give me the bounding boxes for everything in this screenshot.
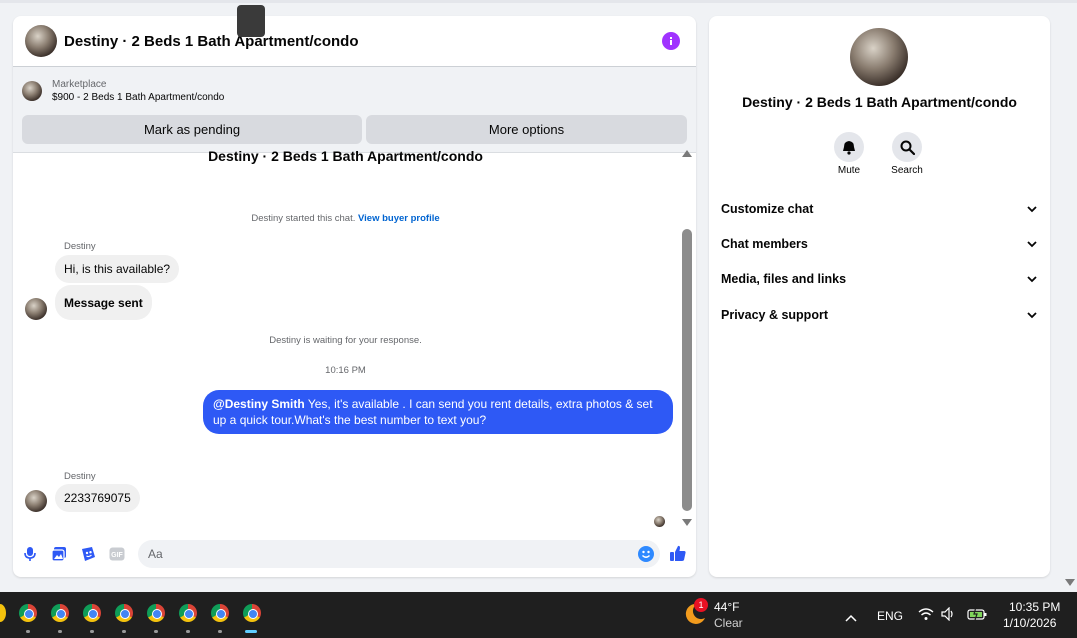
chrome-icon[interactable] bbox=[211, 604, 229, 622]
running-indicator bbox=[122, 630, 126, 633]
message-input[interactable]: Aa bbox=[138, 540, 660, 568]
clock-date[interactable]: 1/10/2026 bbox=[1003, 616, 1056, 630]
details-title: Destiny · 2 Beds 1 Bath Apartment/condo bbox=[742, 94, 1017, 110]
chevron-down-icon bbox=[1027, 272, 1037, 286]
chrome-icon[interactable] bbox=[179, 604, 197, 622]
section-label: Chat members bbox=[721, 237, 808, 251]
chrome-icon[interactable] bbox=[51, 604, 69, 622]
bell-icon[interactable] bbox=[834, 132, 864, 162]
mute-button[interactable]: Mute bbox=[819, 132, 879, 176]
scroll-down-arrow[interactable] bbox=[682, 519, 692, 526]
sender-avatar[interactable] bbox=[25, 490, 47, 512]
emoji-icon[interactable] bbox=[638, 546, 654, 562]
like-icon[interactable] bbox=[669, 544, 687, 562]
mention[interactable]: @Destiny Smith bbox=[213, 397, 305, 411]
view-buyer-profile-link[interactable]: View buyer profile bbox=[358, 213, 440, 224]
incoming-message[interactable]: 2233769075 bbox=[55, 484, 140, 512]
running-indicator bbox=[218, 630, 222, 633]
clock-time[interactable]: 10:35 PM bbox=[1009, 600, 1060, 614]
sticker-icon[interactable] bbox=[79, 545, 97, 563]
running-indicator bbox=[186, 630, 190, 633]
waiting-notice: Destiny is waiting for your response. bbox=[269, 335, 422, 346]
scrollbar-thumb[interactable] bbox=[682, 229, 692, 511]
message-composer: GIF Aa bbox=[13, 539, 696, 571]
section-label: Media, files and links bbox=[721, 272, 847, 286]
active-app-highlight bbox=[237, 5, 265, 37]
scroll-up-arrow[interactable] bbox=[682, 150, 692, 157]
message-timestamp: 10:16 PM bbox=[325, 365, 366, 376]
search-button[interactable]: Search bbox=[877, 132, 937, 176]
read-receipt-avatar bbox=[654, 516, 665, 527]
chat-members-section[interactable]: Chat members bbox=[721, 232, 1039, 256]
chevron-up-icon[interactable] bbox=[845, 609, 857, 627]
speaker-icon[interactable] bbox=[941, 606, 957, 626]
section-label: Customize chat bbox=[721, 202, 814, 216]
media-files-links-section[interactable]: Media, files and links bbox=[721, 267, 1039, 291]
chevron-down-icon bbox=[1027, 308, 1037, 322]
weather-condition[interactable]: Clear bbox=[714, 616, 743, 630]
chrome-icon[interactable] bbox=[83, 604, 101, 622]
conversation-title: Destiny · 2 Beds 1 Bath Apartment/condo bbox=[208, 148, 483, 164]
search-label: Search bbox=[891, 165, 923, 176]
chat-started-notice: Destiny started this chat. View buyer pr… bbox=[13, 213, 678, 224]
active-indicator bbox=[245, 630, 257, 633]
chevron-down-icon bbox=[1027, 202, 1037, 216]
sender-avatar[interactable] bbox=[25, 298, 47, 320]
chrome-icon[interactable] bbox=[147, 604, 165, 622]
incoming-message[interactable]: Hi, is this available? bbox=[55, 255, 180, 283]
chat-started-text: Destiny started this chat. bbox=[251, 213, 356, 224]
sender-name: Destiny bbox=[64, 241, 96, 252]
svg-text:GIF: GIF bbox=[111, 552, 123, 559]
incoming-message[interactable]: Message sent bbox=[55, 285, 152, 320]
weather-temp[interactable]: 44°F bbox=[714, 600, 739, 614]
message-list: Destiny · 2 Beds 1 Bath Apartment/condo … bbox=[13, 147, 685, 535]
gif-icon[interactable]: GIF bbox=[108, 545, 126, 563]
mute-label: Mute bbox=[837, 165, 861, 176]
running-indicator bbox=[154, 630, 158, 633]
microphone-icon[interactable] bbox=[21, 545, 39, 563]
top-border bbox=[0, 0, 1077, 3]
chrome-icon[interactable] bbox=[19, 604, 37, 622]
photo-icon[interactable] bbox=[50, 545, 68, 563]
section-label: Privacy & support bbox=[721, 308, 828, 322]
running-indicator bbox=[90, 630, 94, 633]
customize-chat-section[interactable]: Customize chat bbox=[721, 197, 1039, 221]
chrome-icon[interactable] bbox=[243, 604, 261, 622]
chrome-icon[interactable] bbox=[115, 604, 133, 622]
message-area: Destiny · 2 Beds 1 Bath Apartment/condo … bbox=[13, 16, 696, 577]
running-indicator bbox=[26, 630, 30, 633]
sender-name: Destiny bbox=[64, 471, 96, 482]
battery-icon[interactable] bbox=[967, 606, 987, 626]
language-indicator[interactable]: ENG bbox=[877, 609, 903, 623]
weather-badge: 1 bbox=[694, 598, 708, 612]
running-indicator bbox=[58, 630, 62, 633]
chat-details-panel: Destiny · 2 Beds 1 Bath Apartment/condo … bbox=[709, 16, 1050, 577]
page-scroll-down-arrow[interactable] bbox=[1065, 579, 1075, 586]
privacy-support-section[interactable]: Privacy & support bbox=[721, 303, 1039, 327]
wifi-icon[interactable] bbox=[918, 607, 934, 626]
chevron-down-icon bbox=[1027, 237, 1037, 251]
contact-profile-picture[interactable] bbox=[850, 28, 908, 86]
outgoing-message[interactable]: @Destiny Smith Yes, it's available . I c… bbox=[203, 390, 673, 434]
search-icon[interactable] bbox=[892, 132, 922, 162]
